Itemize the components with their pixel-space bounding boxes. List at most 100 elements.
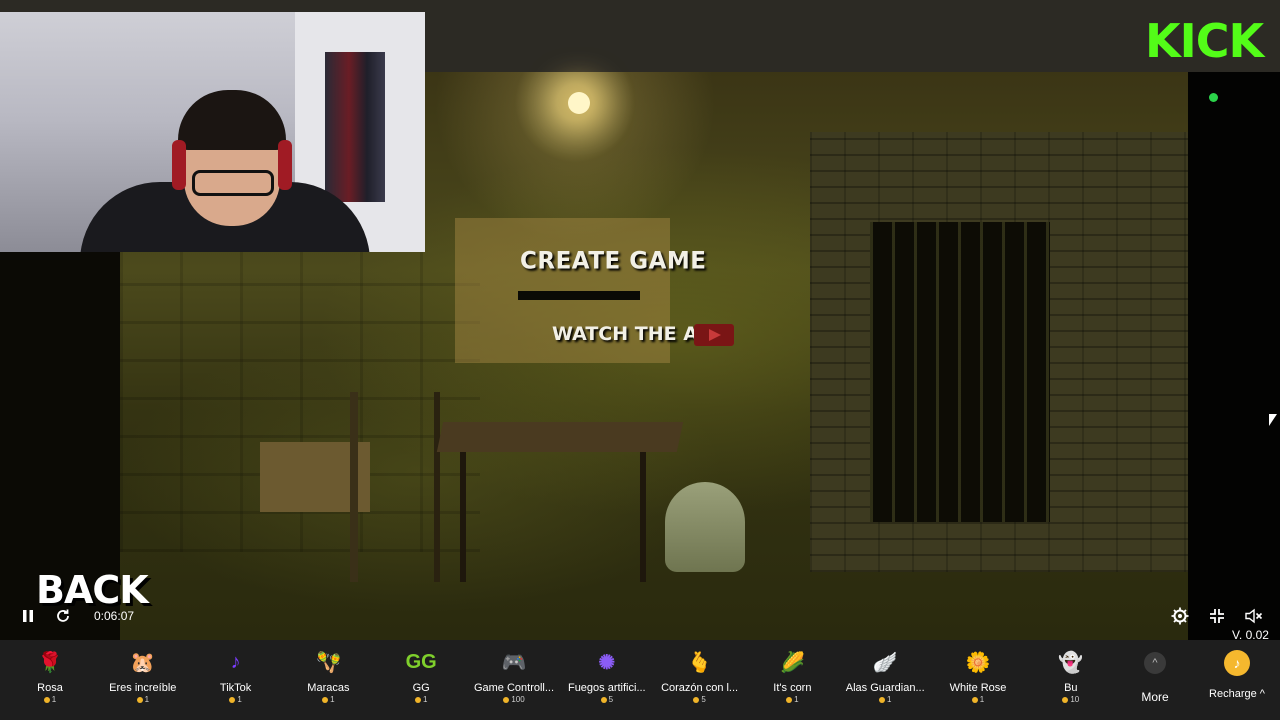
chevron-up-icon: ^ (1144, 652, 1166, 674)
recharge-button[interactable]: ♪ Recharge ^ (1204, 646, 1270, 712)
finger-heart-icon: 🫰 (687, 651, 713, 674)
gift-item[interactable]: 🐹 Eres increíble 1 (97, 646, 189, 712)
coin-icon (414, 696, 421, 703)
mute-button[interactable] (1244, 606, 1264, 626)
maracas-icon: 🪇 (315, 651, 341, 674)
coin-icon: ♪ (1224, 650, 1250, 676)
more-gifts-button[interactable]: ^ More (1132, 646, 1178, 712)
volume-muted-icon (1245, 608, 1263, 624)
gift-price-value: 1 (237, 695, 242, 704)
gift-price: 1 (746, 695, 838, 704)
gift-item[interactable]: 🪽 Alas Guardian... 1 (839, 646, 931, 712)
ceiling-light (568, 92, 590, 114)
gift-price: 100 (468, 695, 560, 704)
loading-bar (518, 291, 640, 300)
gift-price-value: 1 (422, 695, 428, 704)
gift-item[interactable]: 🌽 It's corn 1 (746, 646, 838, 712)
gift-item[interactable]: 🌼 White Rose 1 (932, 646, 1024, 712)
wings-icon: 🪽 (872, 651, 898, 674)
gift-price: 5 (561, 695, 653, 704)
elapsed-time: 0:06:07 (94, 609, 135, 623)
coin-icon (693, 696, 700, 703)
kick-logo: KICK (1145, 14, 1264, 68)
ghost-icon: 👻 (1058, 651, 1084, 674)
headphone-icon (278, 140, 292, 190)
gift-price: 1 (932, 695, 1024, 704)
gift-name: Rosa (37, 682, 63, 694)
headphone-icon (172, 140, 186, 190)
create-game-button[interactable]: CREATE GAME (520, 247, 760, 274)
chair (350, 392, 440, 582)
gift-price: 10 (1025, 695, 1117, 704)
gear-icon (1171, 607, 1189, 625)
gift-item[interactable]: ♪ TikTok 1 (190, 646, 282, 712)
live-indicator-dot (1209, 93, 1218, 102)
refresh-icon (57, 609, 69, 622)
gift-price-value: 5 (701, 695, 706, 704)
pause-icon (23, 610, 33, 622)
minimize-icon (1210, 609, 1224, 623)
gift-price: 1 (190, 695, 282, 704)
gift-price-value: 1 (144, 695, 150, 704)
white-rose-icon: 🌼 (965, 651, 991, 674)
stream-stage: CREATE GAME WATCH THE AD BACK KICK 0:06:… (0, 0, 1280, 640)
gift-price: 1 (97, 695, 189, 704)
webcam-streamer-hair (178, 90, 286, 150)
coin-icon (971, 696, 978, 703)
fireworks-icon: ✺ (598, 651, 616, 674)
gift-name: It's corn (773, 682, 812, 694)
coin-icon (1062, 696, 1069, 703)
gift-name: Fuegos artifici... (567, 682, 646, 694)
table (436, 422, 684, 452)
gift-item[interactable]: 🪇 Maracas 1 (282, 646, 374, 712)
cell-door (870, 222, 1050, 522)
gift-price-value: 5 (608, 695, 614, 704)
gift-name: GG (412, 682, 430, 694)
coin-icon (503, 696, 510, 703)
table-leg (640, 452, 646, 582)
gift-item[interactable]: GG GG 1 (375, 646, 467, 712)
dark-corridor (1188, 72, 1280, 640)
exit-fullscreen-button[interactable] (1207, 606, 1227, 626)
coin-icon (136, 696, 143, 703)
glasses (192, 170, 274, 196)
rose-icon: 🌹 (37, 651, 63, 674)
game-version: V. 0.02 (1232, 628, 1269, 640)
gift-price: 1 (839, 695, 931, 704)
watch-ad-button[interactable]: WATCH THE AD (552, 323, 714, 345)
video-ad-icon[interactable] (694, 324, 734, 346)
gift-name: TikTok (219, 682, 252, 694)
gift-name: Corazón con l... (661, 682, 739, 694)
gift-price: 1 (375, 695, 467, 704)
gift-price-value: 1 (979, 695, 985, 704)
gift-price: 1 (4, 695, 96, 704)
settings-button[interactable] (1170, 606, 1190, 626)
game-controller-icon: 🎮 (501, 651, 527, 674)
gift-price-value: 100 (511, 695, 525, 704)
more-label: More (1141, 690, 1169, 704)
coin-icon (600, 696, 607, 703)
corn-icon: 🌽 (779, 651, 805, 674)
mouse-cursor-icon (1269, 414, 1277, 426)
gift-item[interactable]: 👻 Bu 10 (1025, 646, 1117, 712)
replay-button[interactable] (52, 606, 74, 626)
coin-icon (229, 696, 236, 703)
recharge-label: Recharge ^ (1209, 688, 1265, 700)
gift-name: White Rose (949, 682, 1007, 694)
webcam-clothes (325, 52, 385, 202)
gift-item[interactable]: 🫰 Corazón con l... 5 (654, 646, 746, 712)
coin-icon (786, 696, 793, 703)
gift-price-value: 1 (330, 695, 335, 704)
gift-price-value: 1 (794, 695, 799, 704)
hamster-icon: 🐹 (130, 651, 156, 674)
toilet (665, 482, 745, 572)
gift-item[interactable]: 🎮 Game Controll... 100 (468, 646, 560, 712)
gift-name: Alas Guardian... (845, 682, 925, 694)
pause-button[interactable] (18, 606, 38, 626)
gift-item[interactable]: ✺ Fuegos artifici... 5 (561, 646, 653, 712)
coin-icon (878, 696, 885, 703)
webcam-overlay (0, 12, 425, 252)
gift-item[interactable]: 🌹 Rosa 1 (4, 646, 96, 712)
gift-price: 5 (654, 695, 746, 704)
coin-icon (322, 696, 329, 703)
